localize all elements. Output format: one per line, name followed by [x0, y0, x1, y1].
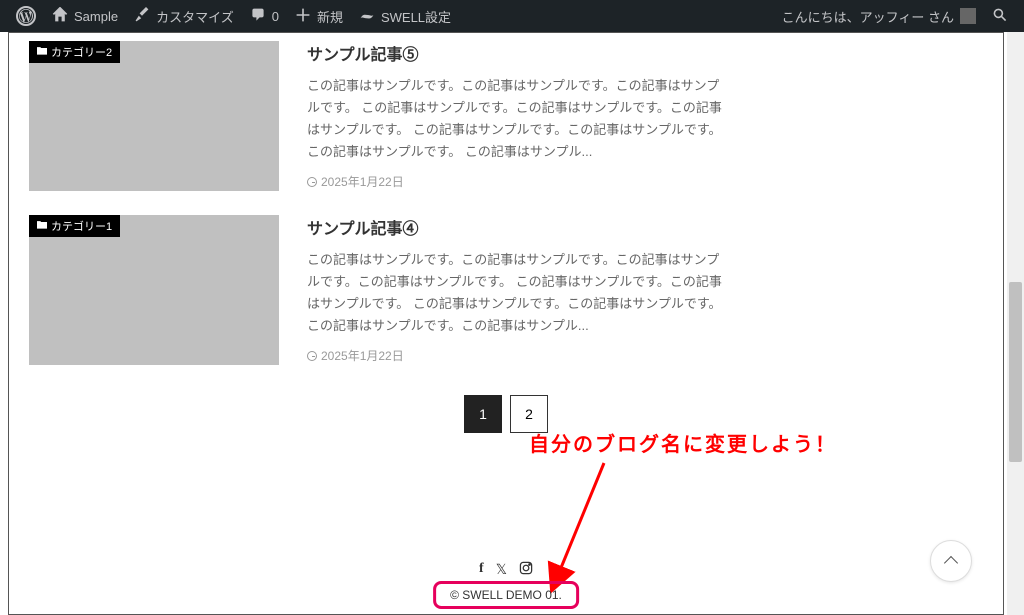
category-label: カテゴリー1	[51, 218, 112, 234]
post-excerpt: この記事はサンプルです。この記事はサンプルです。この記事はサンプルです。この記事…	[307, 249, 727, 337]
comments-menu[interactable]: 0	[242, 0, 287, 32]
post-thumbnail: カテゴリー1	[29, 215, 279, 365]
new-content-menu[interactable]: 新規	[287, 0, 351, 32]
plus-icon	[295, 7, 311, 26]
admin-bar-right: こんにちは、アッフィー さん	[774, 0, 1016, 32]
scrollbar-thumb[interactable]	[1009, 282, 1022, 462]
search-icon	[992, 7, 1008, 26]
post-thumbnail: カテゴリー2	[29, 41, 279, 191]
comments-count: 0	[272, 9, 279, 24]
wordpress-logo-icon	[16, 6, 36, 26]
avatar	[960, 8, 976, 24]
post-date: 2025年1月22日	[307, 173, 727, 190]
post-body: サンプル記事⑤ この記事はサンプルです。この記事はサンプルです。この記事はサンプ…	[307, 41, 727, 191]
post-title[interactable]: サンプル記事⑤	[307, 41, 727, 65]
social-icons: f 𝕏	[479, 561, 533, 578]
post-item[interactable]: カテゴリー1 サンプル記事④ この記事はサンプルです。この記事はサンプルです。こ…	[29, 215, 983, 365]
chevron-up-icon	[944, 556, 958, 570]
scroll-to-top-button[interactable]	[930, 540, 972, 582]
page-number-current[interactable]: 1	[464, 395, 502, 433]
customize-label: カスタマイズ	[156, 7, 234, 26]
clock-icon	[307, 351, 317, 361]
post-body: サンプル記事④ この記事はサンプルです。この記事はサンプルです。この記事はサンプ…	[307, 215, 727, 365]
category-tag[interactable]: カテゴリー2	[29, 41, 120, 63]
new-label: 新規	[317, 7, 343, 26]
annotation-arrow	[544, 448, 624, 598]
facebook-icon[interactable]: f	[479, 561, 484, 578]
admin-bar-left: Sample カスタマイズ 0 新規 SWELL設定	[8, 0, 459, 32]
folder-icon	[37, 46, 47, 58]
instagram-icon[interactable]	[519, 561, 533, 578]
post-excerpt: この記事はサンプルです。この記事はサンプルです。この記事はサンプルです。 この記…	[307, 75, 727, 163]
annotation-text: 自分のブログ名に変更しよう！	[529, 428, 837, 457]
home-icon	[52, 7, 68, 26]
site-name-menu[interactable]: Sample	[44, 0, 126, 32]
swell-label: SWELL設定	[381, 7, 451, 26]
comment-icon	[250, 7, 266, 26]
content-area: カテゴリー2 サンプル記事⑤ この記事はサンプルです。この記事はサンプルです。こ…	[9, 33, 1003, 433]
post-item[interactable]: カテゴリー2 サンプル記事⑤ この記事はサンプルです。この記事はサンプルです。こ…	[29, 41, 983, 191]
page-frame: カテゴリー2 サンプル記事⑤ この記事はサンプルです。この記事はサンプルです。こ…	[8, 32, 1004, 615]
brush-icon	[134, 7, 150, 26]
category-label: カテゴリー2	[51, 44, 112, 60]
wp-admin-bar: Sample カスタマイズ 0 新規 SWELL設定	[0, 0, 1024, 32]
greeting-text: こんにちは、アッフィー さん	[782, 7, 954, 26]
wp-logo-menu[interactable]	[8, 0, 44, 32]
swell-icon	[359, 7, 375, 26]
post-date: 2025年1月22日	[307, 347, 727, 364]
date-text: 2025年1月22日	[321, 347, 404, 364]
swell-settings-menu[interactable]: SWELL設定	[351, 0, 459, 32]
scrollbar-track[interactable]	[1007, 32, 1024, 615]
date-text: 2025年1月22日	[321, 173, 404, 190]
pagination: 1 2	[29, 395, 983, 433]
customize-menu[interactable]: カスタマイズ	[126, 0, 242, 32]
category-tag[interactable]: カテゴリー1	[29, 215, 120, 237]
user-greeting[interactable]: こんにちは、アッフィー さん	[774, 0, 984, 32]
folder-icon	[37, 220, 47, 232]
search-toggle[interactable]	[984, 0, 1016, 32]
copyright: © SWELL DEMO 01.	[433, 581, 579, 609]
post-title[interactable]: サンプル記事④	[307, 215, 727, 239]
x-twitter-icon[interactable]: 𝕏	[496, 561, 507, 578]
site-name-label: Sample	[74, 9, 118, 24]
clock-icon	[307, 177, 317, 187]
